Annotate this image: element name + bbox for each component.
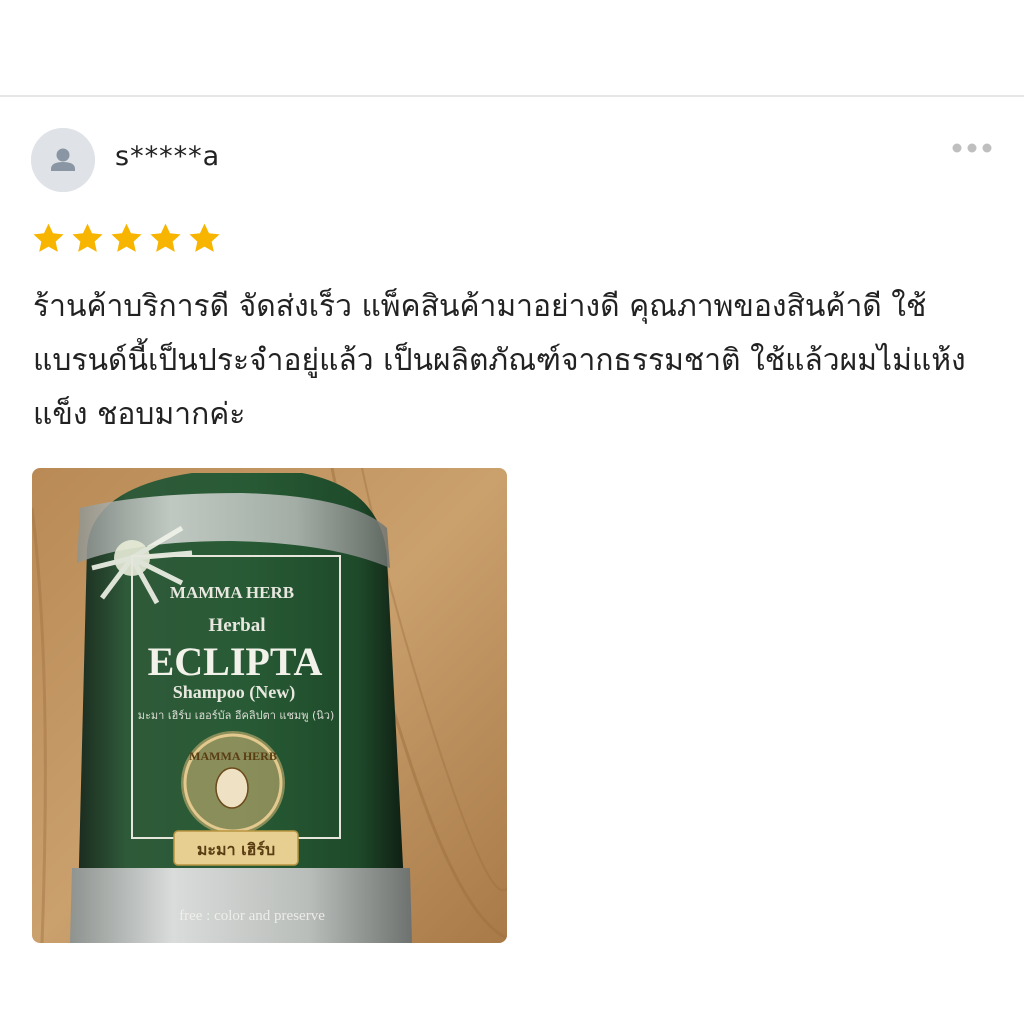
star-icon: [150, 223, 181, 252]
review-text: ร้านค้าบริการดี จัดส่งเร็ว แพ็คสินค้ามาอ…: [33, 289, 966, 432]
star-icon: [72, 223, 103, 252]
more-horizontal-icon: [952, 143, 992, 153]
label-thai: มะมา เฮิร์บ เฮอร์บัล อีคลิปตา แชมพู (นิว…: [138, 709, 335, 722]
avatar[interactable]: [31, 128, 95, 192]
star-rating: [31, 221, 222, 257]
top-bar: [0, 0, 1024, 95]
user-icon: [31, 128, 95, 192]
label-line1: Herbal: [209, 615, 266, 636]
label-brand: MAMMA HERB: [170, 583, 294, 602]
star-icon: [111, 223, 142, 252]
logo-text: MAMMA HERB: [189, 749, 277, 763]
review-card: s*****a ร้านค้าบริการดี จัดส่งเร็ว แพ็คส…: [0, 97, 1024, 1024]
review-photo[interactable]: MAMMA HERB Herbal ECLIPTA Shampoo (New) …: [32, 468, 507, 943]
more-options-button[interactable]: [944, 138, 1000, 164]
star-icon: [33, 223, 64, 252]
star-icon: [189, 223, 220, 252]
label-product: ECLIPTA: [148, 639, 323, 684]
product-photo: MAMMA HERB Herbal ECLIPTA Shampoo (New) …: [32, 468, 507, 943]
label-line2: Shampoo (New): [173, 682, 296, 703]
reviewer-username[interactable]: s*****a: [115, 141, 220, 172]
label-bottom-text: free : color and preserve: [179, 908, 325, 924]
logo-thai: มะมา เฮิร์บ: [197, 840, 275, 859]
